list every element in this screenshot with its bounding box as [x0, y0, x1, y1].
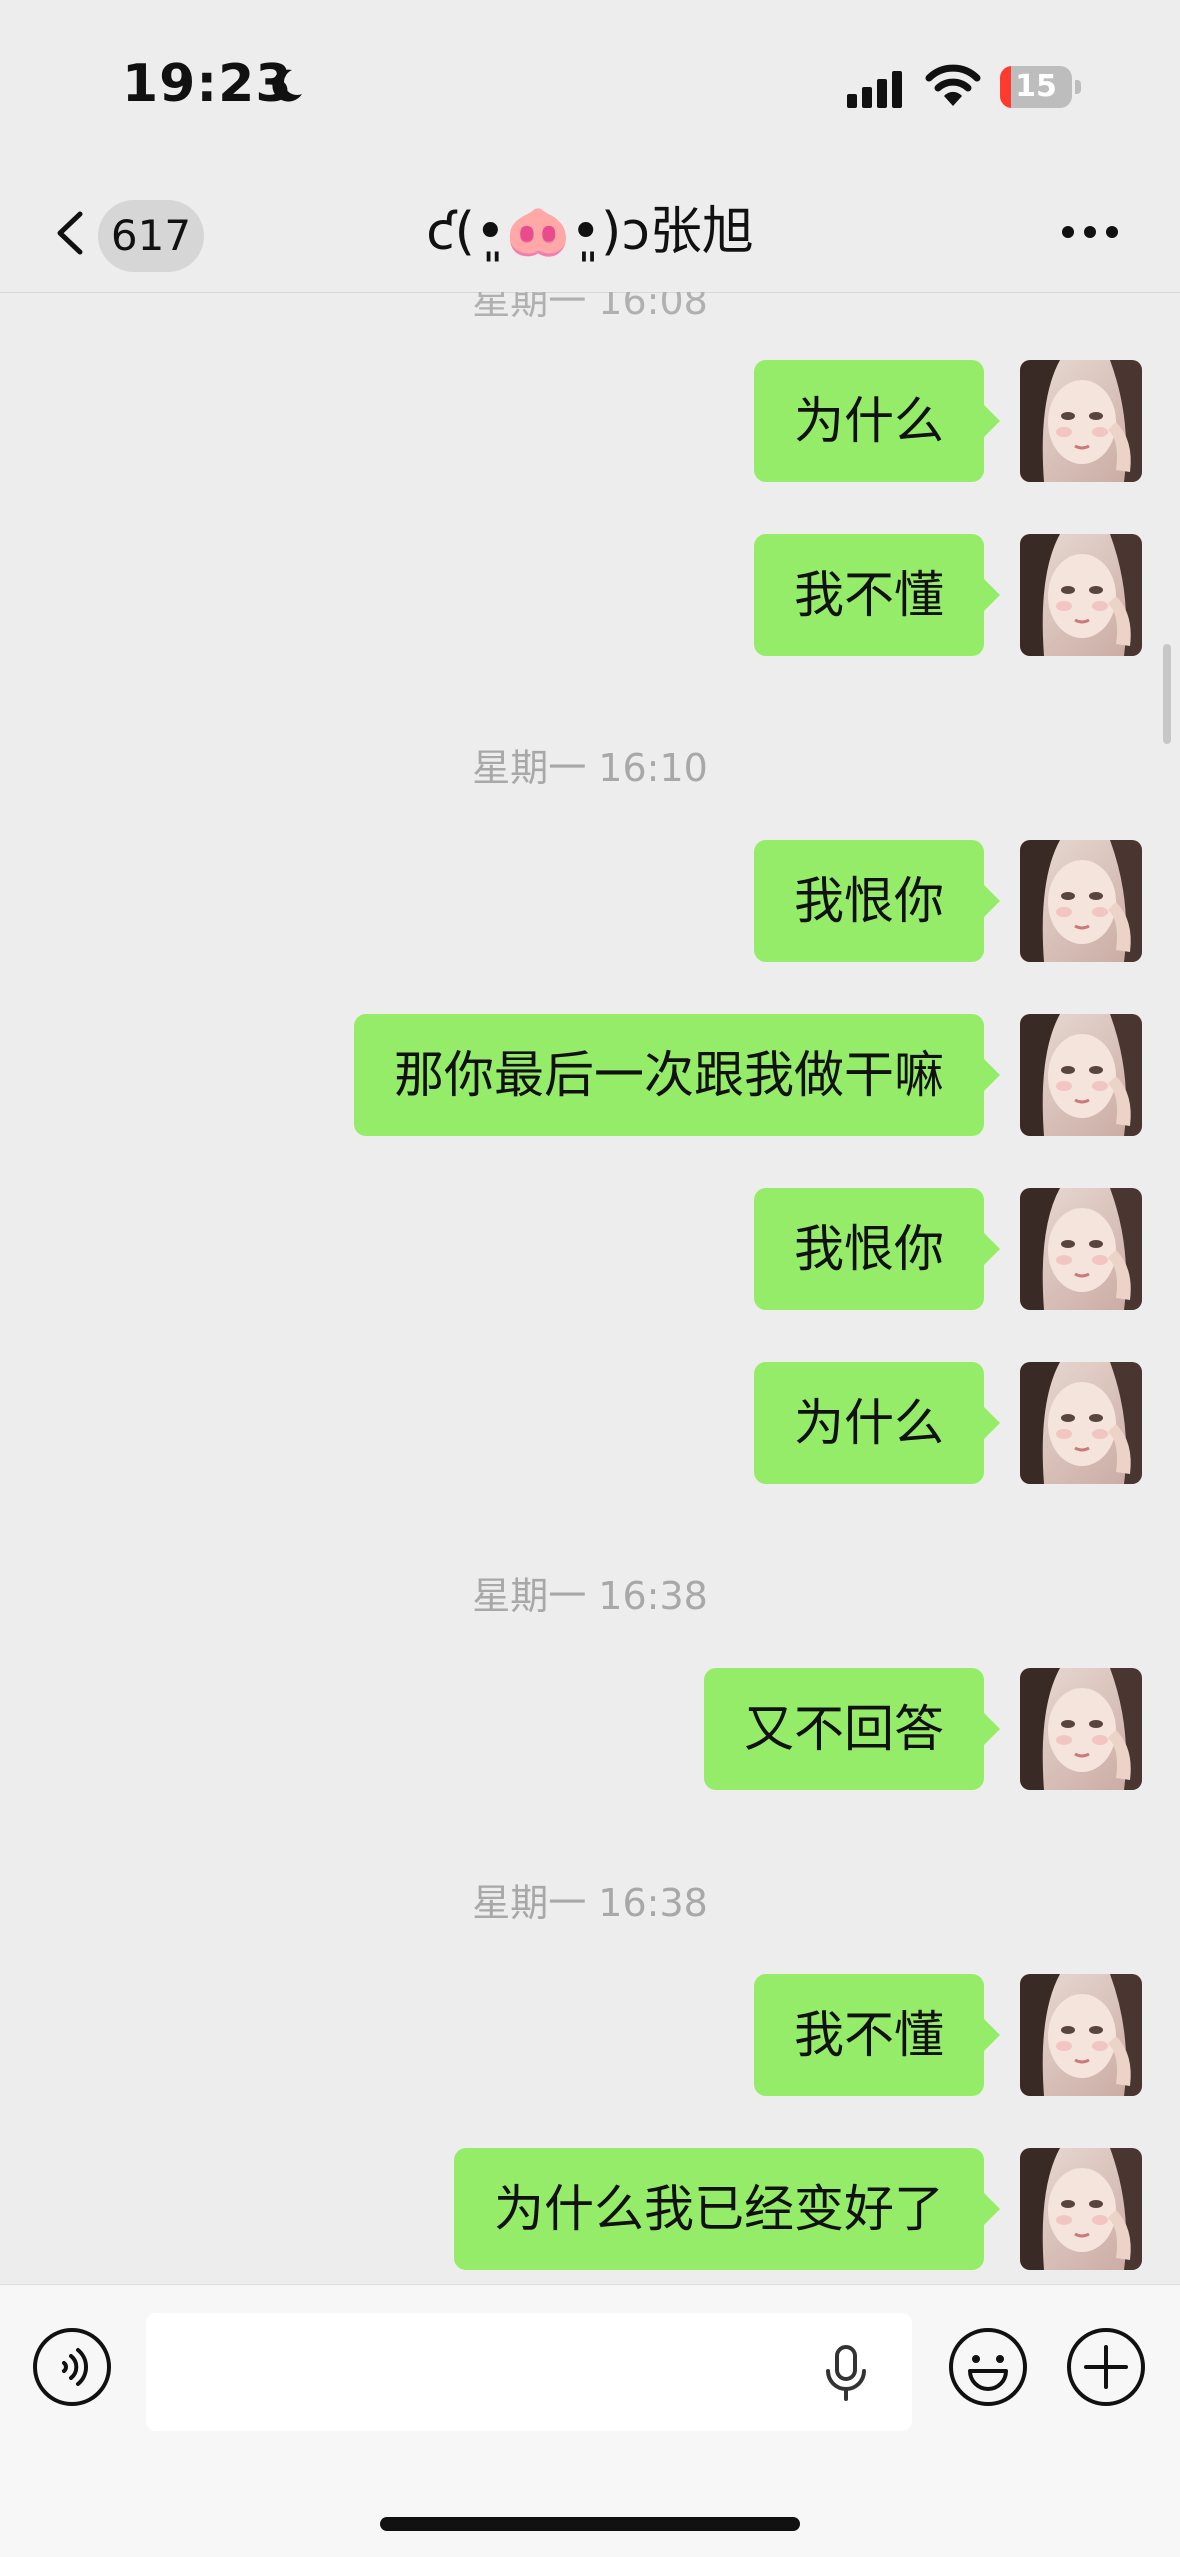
- status-bar: 19:23 15: [0, 0, 1180, 170]
- chat-title[interactable]: ƈ(•͈🐽•͈)ɔ张旭: [330, 192, 850, 272]
- timestamp: 星期一 16:38: [472, 1574, 708, 1618]
- message-input[interactable]: [146, 2313, 912, 2431]
- voice-mode-icon[interactable]: [30, 2325, 114, 2409]
- message-row: 我恨你: [754, 1188, 1142, 1310]
- message-row: 我不懂: [754, 534, 1142, 656]
- wifi-icon: [925, 64, 981, 106]
- cellular-signal-icon: [847, 71, 902, 108]
- message-row: 又不回答: [704, 1668, 1142, 1790]
- avatar[interactable]: [1020, 1974, 1142, 2096]
- input-bar: [0, 2284, 1180, 2557]
- avatar[interactable]: [1020, 1014, 1142, 1136]
- message-row: 那你最后一次跟我做干嘛: [354, 1014, 1142, 1136]
- message-bubble[interactable]: 为什么: [754, 360, 1000, 482]
- microphone-icon[interactable]: [818, 2343, 874, 2403]
- message-row: 为什么: [754, 360, 1142, 482]
- battery-charging-icon: 15: [1000, 66, 1082, 108]
- avatar[interactable]: [1020, 1362, 1142, 1484]
- message-bubble[interactable]: 我恨你: [754, 1188, 1000, 1310]
- plus-icon[interactable]: [1064, 2325, 1148, 2409]
- avatar[interactable]: [1020, 840, 1142, 962]
- message-row: 为什么我已经变好了: [454, 2148, 1142, 2270]
- chat-header: 617 ƈ(•͈🐽•͈)ɔ张旭: [0, 170, 1180, 293]
- message-bubble[interactable]: 那你最后一次跟我做干嘛: [354, 1014, 1000, 1136]
- message-row: 我恨你: [754, 840, 1142, 962]
- message-row: 我不懂: [754, 1974, 1142, 2096]
- more-dots-icon[interactable]: [1050, 202, 1130, 262]
- chevron-left-icon: [57, 211, 83, 255]
- unread-count-badge: 617: [98, 200, 204, 272]
- message-bubble[interactable]: 我不懂: [754, 534, 1000, 656]
- battery-level: 15: [1015, 69, 1057, 104]
- home-indicator[interactable]: [380, 2517, 800, 2531]
- avatar[interactable]: [1020, 360, 1142, 482]
- message-bubble[interactable]: 又不回答: [704, 1668, 1000, 1790]
- timestamp: 星期一 16:38: [472, 1881, 708, 1925]
- timestamp: 星期一 16:10: [472, 746, 708, 790]
- scroll-indicator[interactable]: [1163, 644, 1171, 744]
- message-bubble[interactable]: 为什么我已经变好了: [454, 2148, 1000, 2270]
- back-button[interactable]: 617: [40, 192, 210, 272]
- message-bubble[interactable]: 我不懂: [754, 1974, 1000, 2096]
- message-list[interactable]: 星期一 16:08 为什么 我不懂 星期一 16:10 我恨你 那你最后一次跟我…: [0, 292, 1180, 2284]
- message-bubble[interactable]: 为什么: [754, 1362, 1000, 1484]
- avatar[interactable]: [1020, 1188, 1142, 1310]
- message-bubble[interactable]: 我恨你: [754, 840, 1000, 962]
- emoji-icon[interactable]: [946, 2325, 1030, 2409]
- avatar[interactable]: [1020, 534, 1142, 656]
- moon-icon: [272, 69, 302, 102]
- partial-timestamp: 星期一 16:08: [472, 292, 708, 323]
- avatar[interactable]: [1020, 1668, 1142, 1790]
- avatar[interactable]: [1020, 2148, 1142, 2270]
- message-row: 为什么: [754, 1362, 1142, 1484]
